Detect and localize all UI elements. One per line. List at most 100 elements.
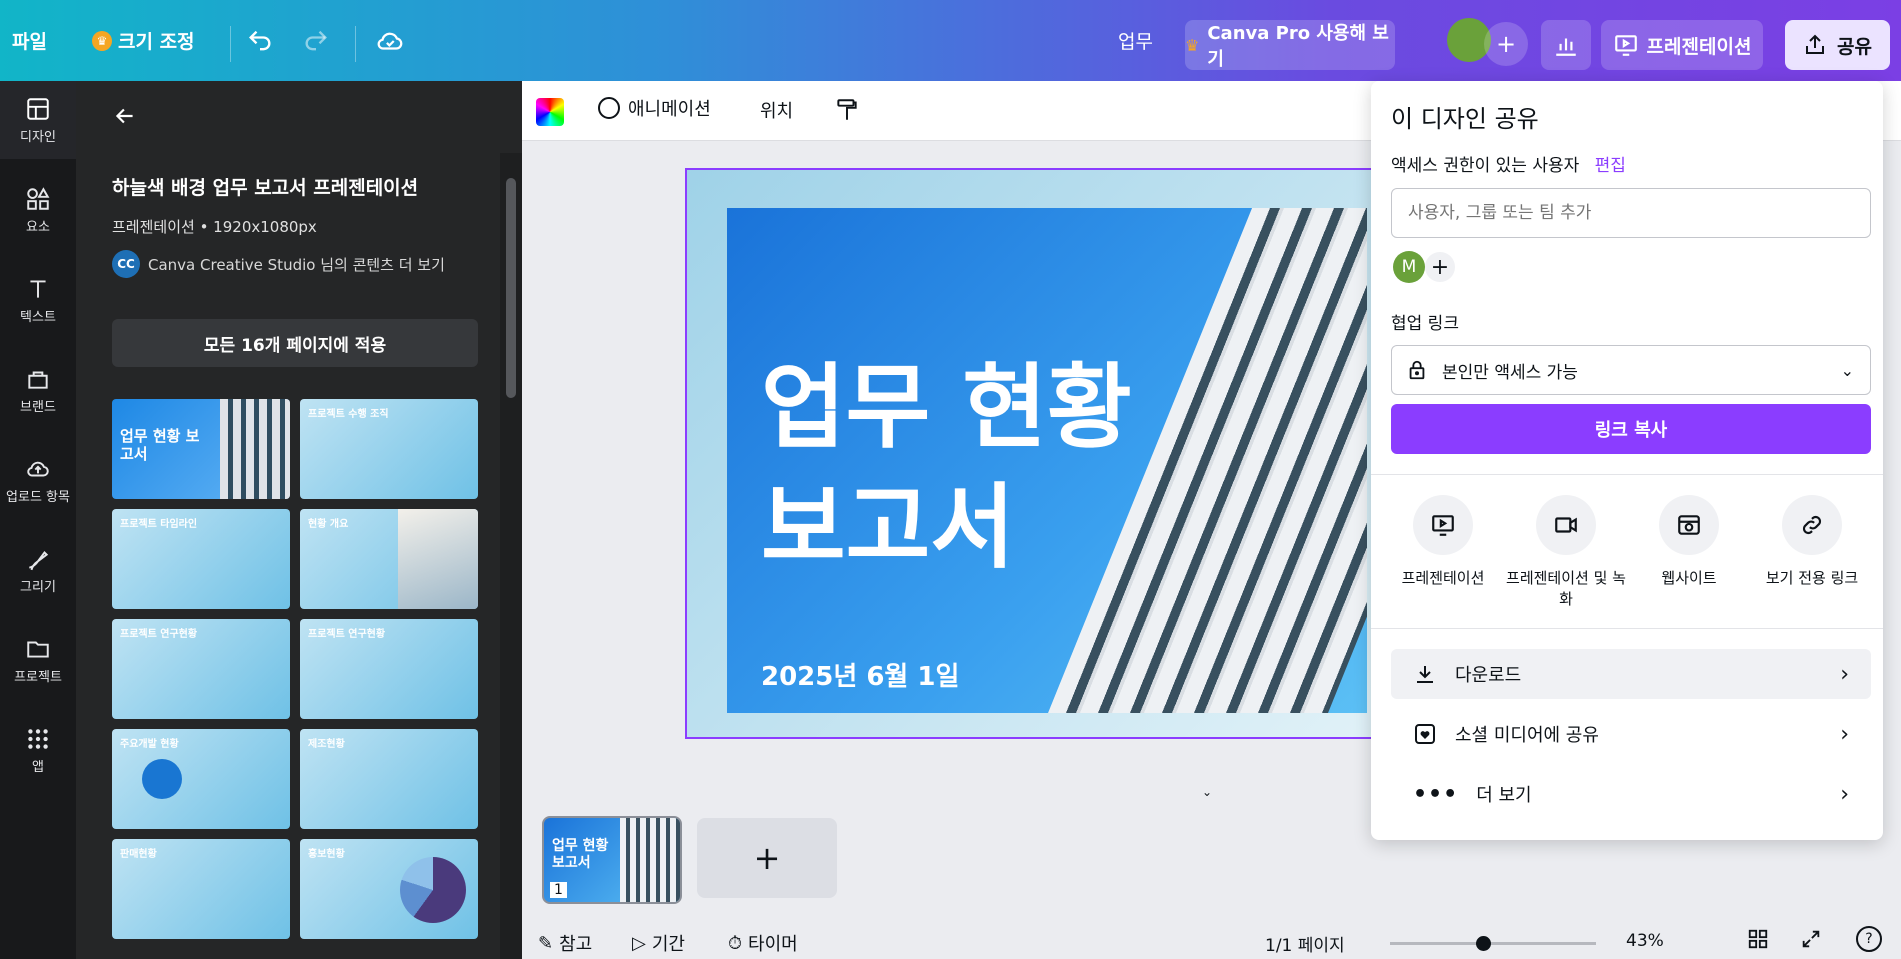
redo-button[interactable] (302, 0, 330, 81)
zoom-level[interactable]: 43% (1626, 931, 1664, 951)
template-title: 하늘색 배경 업무 보고서 프레젠테이션 (112, 177, 419, 199)
zoom-slider[interactable] (1390, 936, 1596, 951)
fullscreen-button[interactable] (1800, 928, 1822, 955)
text-icon (30, 279, 46, 298)
shapes-icon (27, 186, 50, 210)
grid-view-button[interactable] (1747, 928, 1769, 955)
social-share-row[interactable]: 소셜 미디어에 공유 › (1391, 709, 1871, 759)
pie-shape (400, 857, 466, 923)
collab-link-label: 협업 링크 (1391, 314, 1459, 334)
paint-roller-icon (837, 99, 857, 120)
author-row[interactable]: CC Canva Creative Studio 님의 콘텐츠 더 보기 (112, 250, 445, 278)
plus-icon: + (1495, 30, 1517, 58)
share-option-website[interactable]: 웹사이트 (1629, 495, 1749, 588)
cloud-save-button[interactable] (375, 0, 405, 81)
add-people-input[interactable] (1391, 188, 1871, 238)
rail-item-design[interactable]: 디자인 (0, 81, 76, 159)
present-icon (1614, 35, 1637, 56)
template-thumb[interactable]: 제조현황 (300, 729, 478, 829)
rail-item-apps[interactable]: 앱 (0, 711, 76, 789)
add-member-button[interactable]: + (1425, 252, 1455, 282)
present-button[interactable]: 프레젠테이션 (1601, 20, 1763, 70)
access-row: 액세스 권한이 있는 사용자 편집 (1391, 156, 1626, 176)
share-option-present[interactable]: 프레젠테이션 (1383, 495, 1503, 588)
redo-icon (305, 30, 327, 50)
upload-icon (27, 461, 49, 476)
access-select[interactable]: 본인만 액세스 가능 ⌄ (1391, 345, 1871, 395)
edit-access-link[interactable]: 편집 (1595, 156, 1626, 176)
member-avatar[interactable]: M (1393, 251, 1425, 283)
panel-scrollbar[interactable] (500, 153, 522, 959)
share-button[interactable]: 공유 (1785, 20, 1890, 70)
file-menu[interactable]: 파일 (12, 0, 47, 81)
share-option-view-link[interactable]: 보기 전용 링크 (1752, 495, 1872, 588)
building-image (220, 399, 290, 499)
draw-icon (29, 550, 49, 570)
animation-icon (598, 97, 620, 119)
copy-link-button[interactable]: 링크 복사 (1391, 404, 1871, 454)
slide-canvas[interactable]: 업무 현황 보고서 2025년 6월 1일 (685, 168, 1405, 739)
help-button[interactable]: ? (1856, 926, 1882, 952)
analytics-button[interactable] (1541, 20, 1591, 70)
timer-button[interactable]: ⏱ 타이머 (728, 930, 798, 956)
zoom-slider-handle[interactable] (1476, 936, 1491, 951)
bottom-bar: ✎ 참고 ▷ 기간 ⏱ 타이머 1/1 페이지 43% ? (522, 920, 1901, 959)
chevron-right-icon: › (1840, 661, 1849, 687)
template-thumb[interactable]: 주요개발 현황 (112, 729, 290, 829)
document-title[interactable]: 업무 (1118, 0, 1153, 81)
bar-chart-icon (1556, 38, 1576, 56)
more-icon: ••• (1413, 781, 1459, 807)
template-thumb[interactable]: 현황 개요 (300, 509, 478, 609)
scroll-thumb[interactable] (506, 178, 516, 398)
template-thumb[interactable]: 업무 현황 보고서 (112, 399, 290, 499)
try-pro-button[interactable]: ♛ Canva Pro 사용해 보기 (1185, 20, 1395, 70)
rail-item-elements[interactable]: 요소 (0, 171, 76, 249)
expand-icon (1802, 930, 1820, 948)
left-rail: 디자인 요소 텍스트 브랜드 업로드 항목 그리기 프로젝트 앱 (0, 81, 76, 959)
lock-icon (1409, 360, 1425, 380)
back-button[interactable] (112, 103, 138, 133)
color-picker-button[interactable] (536, 98, 564, 126)
brand-icon (28, 371, 48, 389)
share-option-record[interactable]: 프레젠테이션 및 녹화 (1506, 495, 1626, 609)
divider (355, 26, 356, 62)
rail-item-draw[interactable]: 그리기 (0, 531, 76, 609)
page-thumbnail[interactable]: 업무 현황 보고서 1 (542, 816, 682, 904)
animate-button[interactable]: 애니메이션 (598, 95, 711, 121)
resize-button[interactable]: ♛ 크기 조정 (92, 0, 195, 81)
notes-button[interactable]: ✎ 참고 (538, 930, 592, 956)
apply-all-button[interactable]: 모든 16개 페이지에 적용 (112, 319, 478, 367)
rail-item-brand[interactable]: 브랜드 (0, 351, 76, 429)
template-thumb[interactable]: 판매현황 (112, 839, 290, 939)
crown-icon: ♛ (1185, 35, 1200, 55)
notes-icon: ✎ (538, 932, 554, 954)
rail-item-projects[interactable]: 프로젝트 (0, 621, 76, 699)
download-row[interactable]: 다운로드 › (1391, 649, 1871, 699)
chevron-right-icon: › (1840, 721, 1849, 747)
template-thumb[interactable]: 프로젝트 연구현황 (112, 619, 290, 719)
template-thumb[interactable]: 프로젝트 수행 조직 (300, 399, 478, 499)
page-count[interactable]: 1/1 페이지 (1265, 931, 1345, 956)
building-image (620, 818, 680, 902)
more-row[interactable]: ••• 더 보기 › (1391, 769, 1871, 819)
cloud-check-icon (377, 32, 403, 50)
download-icon (1417, 666, 1433, 683)
arrow-left-icon (115, 108, 133, 124)
diagram-shape (142, 759, 182, 799)
heart-icon (1415, 724, 1435, 744)
position-button[interactable]: 위치 (760, 97, 793, 123)
chevron-right-icon: › (1840, 781, 1849, 807)
copy-style-button[interactable] (834, 97, 860, 127)
rail-item-text[interactable]: 텍스트 (0, 261, 76, 339)
undo-button[interactable] (246, 0, 274, 81)
rail-item-uploads[interactable]: 업로드 항목 (0, 441, 76, 519)
add-collaborator-button[interactable]: + (1484, 22, 1528, 66)
duration-button[interactable]: ▷ 기간 (632, 930, 685, 956)
show-pages-handle[interactable]: ⌄ (1162, 784, 1252, 800)
template-thumb[interactable]: 홍보현황 (300, 839, 478, 939)
pages-strip: 업무 현황 보고서 1 + (522, 800, 1371, 920)
grid-icon (1748, 929, 1768, 949)
template-thumb[interactable]: 프로젝트 타임라인 (112, 509, 290, 609)
add-page-button[interactable]: + (697, 818, 837, 898)
template-thumb[interactable]: 프로젝트 연구현황 (300, 619, 478, 719)
